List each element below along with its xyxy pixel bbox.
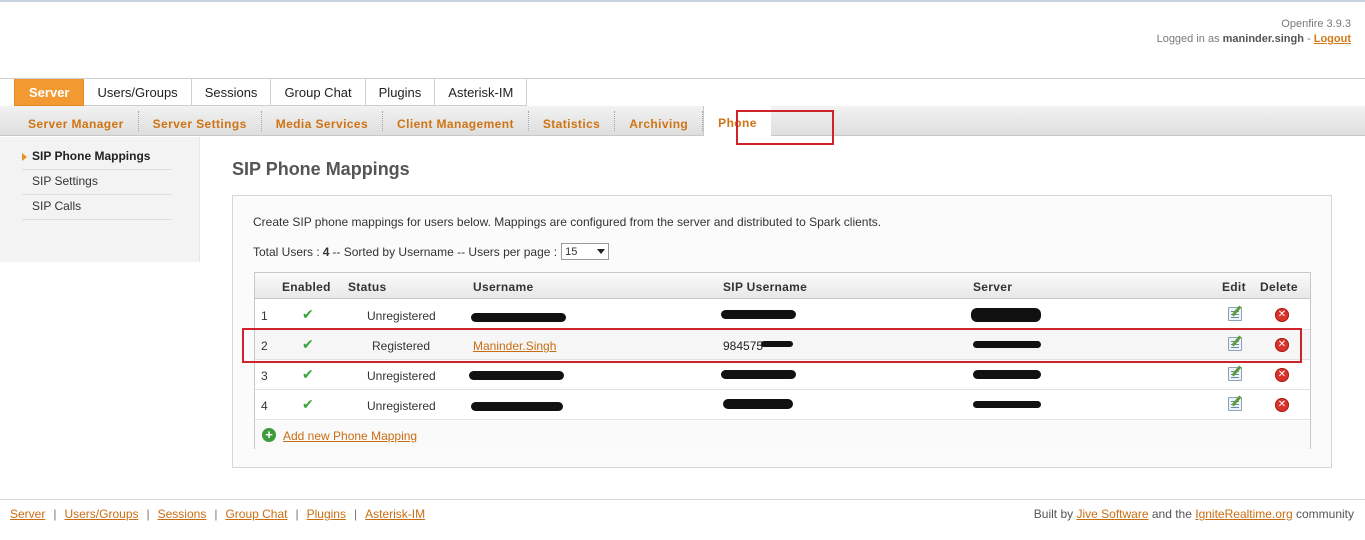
delete-icon[interactable]: ✕ (1275, 368, 1289, 382)
tab-group-chat[interactable]: Group Chat (271, 79, 366, 106)
footer-separator: | (214, 507, 218, 521)
users-per-page-select[interactable]: 15 (561, 243, 610, 260)
redacted-sip-username (723, 399, 793, 409)
footer-separator: | (146, 507, 150, 521)
tab-asterisk-im[interactable]: Asterisk-IM (435, 79, 528, 106)
total-users-count: 4 (322, 244, 330, 259)
row-status: Unregistered (367, 369, 436, 383)
col-sip-username: SIP Username (723, 280, 808, 294)
col-username: Username (473, 280, 534, 294)
subtab-server-manager[interactable]: Server Manager (14, 111, 139, 131)
delete-icon[interactable]: ✕ (1275, 308, 1289, 322)
footer-nav: Server | Users/Groups | Sessions | Group… (10, 507, 425, 521)
logged-in-username: maninder.singh (1222, 33, 1304, 45)
col-delete: Delete (1260, 280, 1298, 294)
row-number: 1 (261, 309, 268, 323)
row-highlight (242, 328, 1302, 363)
table-row: 4 ✔ Unregistered ✕ (255, 390, 1310, 420)
page-description: Create SIP phone mappings for users belo… (253, 215, 882, 229)
page-title: SIP Phone Mappings (232, 159, 410, 179)
redacted-server (973, 401, 1041, 408)
delete-icon[interactable]: ✕ (1275, 398, 1289, 412)
chevron-down-icon (597, 249, 606, 254)
sidebar-item-label: SIP Settings (32, 174, 98, 188)
logged-in-label: Logged in as (1156, 33, 1220, 45)
row-number: 3 (261, 369, 268, 383)
footer-link-asterisk-im[interactable]: Asterisk-IM (365, 507, 425, 521)
enabled-check-icon: ✔ (302, 396, 314, 412)
col-status: Status (348, 280, 387, 294)
row-status: Unregistered (367, 399, 436, 413)
sidebar-item-label: SIP Phone Mappings (32, 149, 151, 163)
credit-middle: and the (1151, 507, 1192, 521)
add-icon[interactable]: + (262, 428, 276, 442)
subtab-media-services[interactable]: Media Services (262, 111, 384, 131)
active-arrow-icon (22, 153, 27, 161)
top-border (0, 0, 1365, 2)
totals-line: Total Users : 4 -- Sorted by Username --… (253, 243, 610, 260)
enabled-check-icon: ✔ (302, 366, 314, 382)
footer-link-server[interactable]: Server (10, 507, 45, 521)
sidebar-item-sip-phone-mappings[interactable]: SIP Phone Mappings (22, 145, 172, 170)
enabled-check-icon: ✔ (302, 306, 314, 322)
footer-link-group-chat[interactable]: Group Chat (225, 507, 287, 521)
sidebar-item-sip-settings[interactable]: SIP Settings (22, 170, 172, 195)
row-status: Unregistered (367, 309, 436, 323)
redacted-username (471, 402, 563, 411)
footer-credit: Built by Jive Software and the IgniteRea… (1034, 507, 1354, 521)
tab-server[interactable]: Server (14, 79, 85, 106)
footer-divider (0, 499, 1365, 500)
footer-separator: | (295, 507, 299, 521)
credit-prefix: Built by (1033, 507, 1074, 521)
tab-users-groups[interactable]: Users/Groups (84, 79, 192, 106)
footer-separator: | (353, 507, 358, 521)
subtab-client-management[interactable]: Client Management (383, 111, 529, 131)
redacted-server (973, 370, 1041, 379)
table-header: Enabled Status Username SIP Username Ser… (255, 273, 1310, 299)
footer-link-users-groups[interactable]: Users/Groups (64, 507, 138, 521)
col-edit: Edit (1222, 280, 1246, 294)
header-info: Openfire 3.9.3 Logged in as maninder.sin… (1157, 17, 1351, 47)
product-version: Openfire 3.9.3 (1281, 18, 1351, 30)
tab-sessions[interactable]: Sessions (191, 79, 272, 106)
subtab-archiving[interactable]: Archiving (615, 111, 704, 131)
redacted-sip-username (721, 370, 796, 379)
col-server: Server (973, 280, 1013, 294)
sidebar-item-sip-calls[interactable]: SIP Calls (22, 195, 172, 220)
edit-icon[interactable] (1228, 397, 1242, 411)
footer-link-sessions[interactable]: Sessions (158, 507, 207, 521)
main-nav: Server Users/Groups Sessions Group Chat … (0, 78, 1365, 106)
table-row: 3 ✔ Unregistered ✕ (255, 360, 1310, 390)
logout-link[interactable]: Logout (1314, 33, 1351, 45)
totals-sort-info: -- Sorted by Username -- Users per page … (332, 244, 558, 259)
users-per-page-value: 15 (565, 245, 578, 258)
subtab-statistics[interactable]: Statistics (529, 111, 616, 131)
sidebar: SIP Phone Mappings SIP Settings SIP Call… (0, 137, 200, 262)
redacted-username (471, 313, 566, 322)
row-number: 4 (261, 399, 268, 413)
jive-software-link[interactable]: Jive Software (1076, 507, 1148, 521)
redacted-sip-username (721, 310, 796, 319)
credit-suffix: community (1295, 507, 1354, 521)
login-status: Logged in as maninder.singh - Logout (1157, 32, 1351, 47)
add-phone-mapping-link[interactable]: Add new Phone Mapping (283, 429, 417, 443)
add-mapping-row: + Add new Phone Mapping (255, 421, 1310, 449)
subtab-server-settings[interactable]: Server Settings (139, 111, 262, 131)
redacted-username (469, 371, 564, 380)
edit-icon[interactable] (1228, 307, 1242, 321)
footer-separator: | (53, 507, 57, 521)
footer-link-plugins[interactable]: Plugins (307, 507, 346, 521)
totals-label: Total Users : (253, 244, 320, 259)
col-enabled: Enabled (282, 280, 331, 294)
sub-nav: Server Manager Server Settings Media Ser… (0, 106, 1365, 136)
redacted-server (971, 308, 1041, 322)
igniterealtime-link[interactable]: IgniteRealtime.org (1195, 507, 1292, 521)
header-separator: - (1307, 33, 1311, 45)
edit-icon[interactable] (1228, 367, 1242, 381)
sidebar-item-label: SIP Calls (32, 199, 82, 213)
table-row: 1 ✔ Unregistered ✕ (255, 300, 1310, 330)
tab-plugins[interactable]: Plugins (365, 79, 436, 106)
phone-tab-highlight (736, 110, 834, 145)
